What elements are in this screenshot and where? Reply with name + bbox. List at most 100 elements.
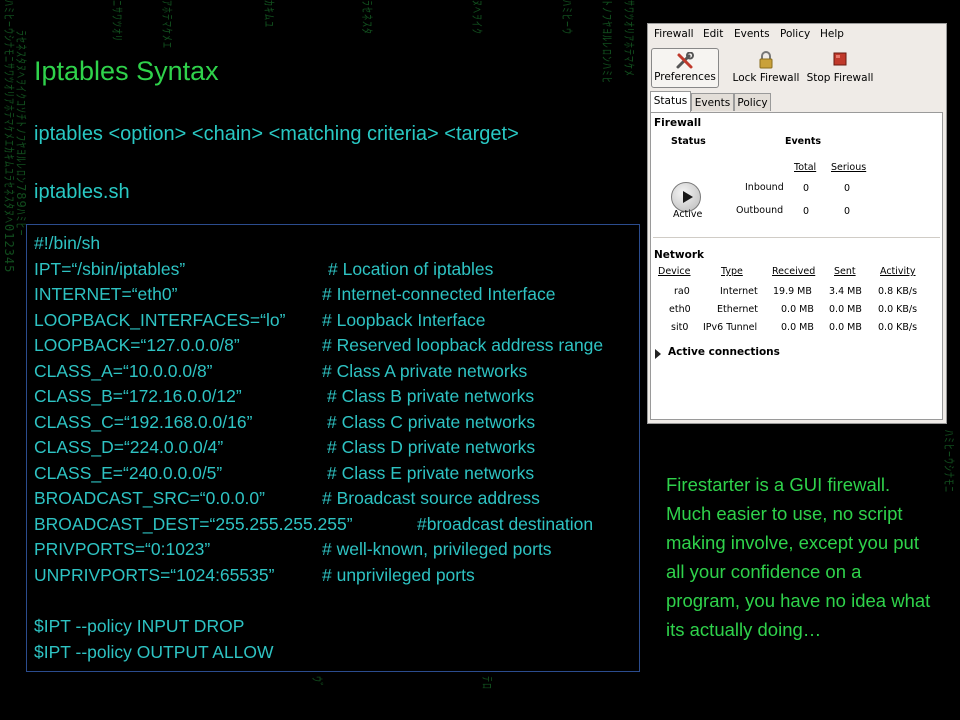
lock-firewall-label: Lock Firewall <box>732 72 800 84</box>
syntax-line: iptables <option> <chain> <matching crit… <box>34 123 519 145</box>
matrix-background: ﾗｾﾈｽﾀﾇﾍｦｲｸｺｿﾁﾄﾉﾌﾔﾖﾙﾚﾛﾝ789ﾊﾐﾋｰ <box>14 30 28 237</box>
col-device: Device <box>658 266 691 277</box>
code-comment: # Class E private networks <box>327 463 535 483</box>
inbound-label: Inbound <box>745 182 784 193</box>
slide-title: Iptables Syntax <box>34 56 219 86</box>
firewall-state-button[interactable] <box>671 182 701 212</box>
net-activity: 0.0 KB/s <box>878 322 918 333</box>
net-device: eth0 <box>669 304 691 315</box>
code-comment: # Class A private networks <box>322 361 528 381</box>
net-device: ra0 <box>674 286 690 297</box>
matrix-background: ﾆｻﾜﾂｵﾘ <box>110 0 124 43</box>
section-divider <box>653 237 940 238</box>
script-box: #!/bin/sh IPT=“/sbin/iptables” # Locatio… <box>26 224 640 672</box>
matrix-background: ﾊﾐﾋｰｳｼﾅﾓﾆ <box>942 430 956 494</box>
code-line: UNPRIVPORTS=“1024:65535” <box>34 565 275 585</box>
preferences-icon <box>676 52 694 69</box>
events-header: Events <box>785 136 822 147</box>
menu-firewall[interactable]: Firewall <box>654 28 694 40</box>
tab-policy[interactable]: Policy <box>734 93 771 111</box>
firestarter-window: Firewall Edit Events Policy Help Prefere… <box>647 23 947 424</box>
stop-firewall-label: Stop Firewall <box>806 72 874 84</box>
col-serious: Serious <box>831 162 867 173</box>
preferences-button[interactable]: Preferences <box>651 48 719 88</box>
code-line: CLASS_E=“240.0.0.0/5” <box>34 463 223 483</box>
matrix-background: ﾃﾛ <box>480 676 494 691</box>
code-comment: # well-known, privileged ports <box>322 539 552 559</box>
col-activity: Activity <box>880 266 916 277</box>
col-received: Received <box>772 266 816 277</box>
play-icon <box>683 191 693 203</box>
net-type: Internet <box>720 286 758 297</box>
firewall-section-title: Firewall <box>654 117 702 129</box>
side-note-detail: Much easier to use, no script making inv… <box>666 503 931 640</box>
side-note-intro: Firestarter is a GUI firewall. <box>666 474 891 495</box>
code-line: LOOPBACK=“127.0.0.0/8” <box>34 335 240 355</box>
net-type: Ethernet <box>717 304 758 315</box>
code-line: BROADCAST_DEST=“255.255.255.255” <box>34 514 353 534</box>
net-received: 19.9 MB <box>773 286 812 297</box>
col-total: Total <box>794 162 817 173</box>
net-sent: 0.0 MB <box>829 304 862 315</box>
net-sent: 0.0 MB <box>829 322 862 333</box>
matrix-background: ﾗｾﾈｽﾀ <box>360 0 374 36</box>
matrix-background: ﾄﾉﾌﾔﾖﾙﾚﾛﾝﾊﾐﾋ <box>600 0 614 85</box>
expander-arrow-icon[interactable] <box>655 349 661 359</box>
code-line: CLASS_D=“224.0.0.0/4” <box>34 437 224 457</box>
lock-firewall-button[interactable]: Lock Firewall <box>731 48 801 88</box>
net-device: sit0 <box>671 322 689 333</box>
menu-events[interactable]: Events <box>734 28 770 40</box>
network-section-title: Network <box>654 249 705 261</box>
code-line: CLASS_C=“192.168.0.0/16” <box>34 412 253 432</box>
inbound-serious: 0 <box>844 183 851 194</box>
matrix-background: ｳﾞ <box>310 676 324 690</box>
tab-status[interactable]: Status <box>650 91 691 112</box>
firewall-state: Active <box>673 209 703 220</box>
code-comment: # Class B private networks <box>327 386 535 406</box>
code-line: CLASS_A=“10.0.0.0/8” <box>34 361 213 381</box>
code-line: $IPT --policy INPUT DROP <box>34 616 245 636</box>
net-activity: 0.8 KB/s <box>878 286 918 297</box>
code-comment: # Broadcast source address <box>322 488 540 508</box>
code-line: LOOPBACK_INTERFACES=“lo” <box>34 310 286 330</box>
menu-bar: Firewall Edit Events Policy Help <box>648 24 946 44</box>
matrix-background: ｶｷﾑﾕ <box>262 0 276 29</box>
status-panel: Firewall Status Events Active Total Seri… <box>650 112 943 420</box>
side-notes: Firestarter is a GUI firewall. Much easi… <box>666 470 936 644</box>
net-sent: 3.4 MB <box>829 286 862 297</box>
code-comment: # Location of iptables <box>328 259 494 279</box>
col-sent: Sent <box>834 266 856 277</box>
code-line: $IPT --policy OUTPUT ALLOW <box>34 642 274 662</box>
net-received: 0.0 MB <box>781 322 814 333</box>
net-activity: 0.0 KB/s <box>878 304 918 315</box>
status-header: Status <box>671 136 706 147</box>
outbound-serious: 0 <box>844 206 851 217</box>
menu-help[interactable]: Help <box>820 28 844 40</box>
menu-edit[interactable]: Edit <box>703 28 723 40</box>
code-line: BROADCAST_SRC=“0.0.0.0” <box>34 488 265 508</box>
code-comment: # Internet-connected Interface <box>322 284 556 304</box>
toolbar: Preferences Lock Firewall Stop Firewall <box>648 46 946 90</box>
matrix-background: ｱﾎﾃﾏｹﾒｴ <box>160 0 174 50</box>
outbound-total: 0 <box>803 206 810 217</box>
lock-icon <box>759 51 773 69</box>
col-type: Type <box>721 266 743 277</box>
code-comment: # unprivileged ports <box>322 565 475 585</box>
code-line: IPT=“/sbin/iptables” <box>34 259 186 279</box>
inbound-total: 0 <box>803 183 810 194</box>
net-type: IPv6 Tunnel <box>703 322 758 333</box>
menu-policy[interactable]: Policy <box>780 28 810 40</box>
code-line: INTERNET=“eth0” <box>34 284 178 304</box>
matrix-background: ﾊﾐﾋｰｳ <box>560 0 574 36</box>
net-received: 0.0 MB <box>781 304 814 315</box>
code-comment: #broadcast destination <box>417 514 594 534</box>
code-comment: # Reserved loopback address range <box>322 335 604 355</box>
stop-icon <box>833 52 847 66</box>
stop-firewall-button[interactable]: Stop Firewall <box>805 48 875 88</box>
code-line: CLASS_B=“172.16.0.0/12” <box>34 386 242 406</box>
code-comment: # Class D private networks <box>327 437 536 457</box>
active-connections-expander[interactable]: Active connections <box>668 346 780 358</box>
tab-events[interactable]: Events <box>691 93 734 111</box>
code-line: #!/bin/sh <box>34 233 101 253</box>
matrix-background: ｻﾜﾂｵﾘｱﾎﾃﾏｹﾒ <box>622 0 636 78</box>
